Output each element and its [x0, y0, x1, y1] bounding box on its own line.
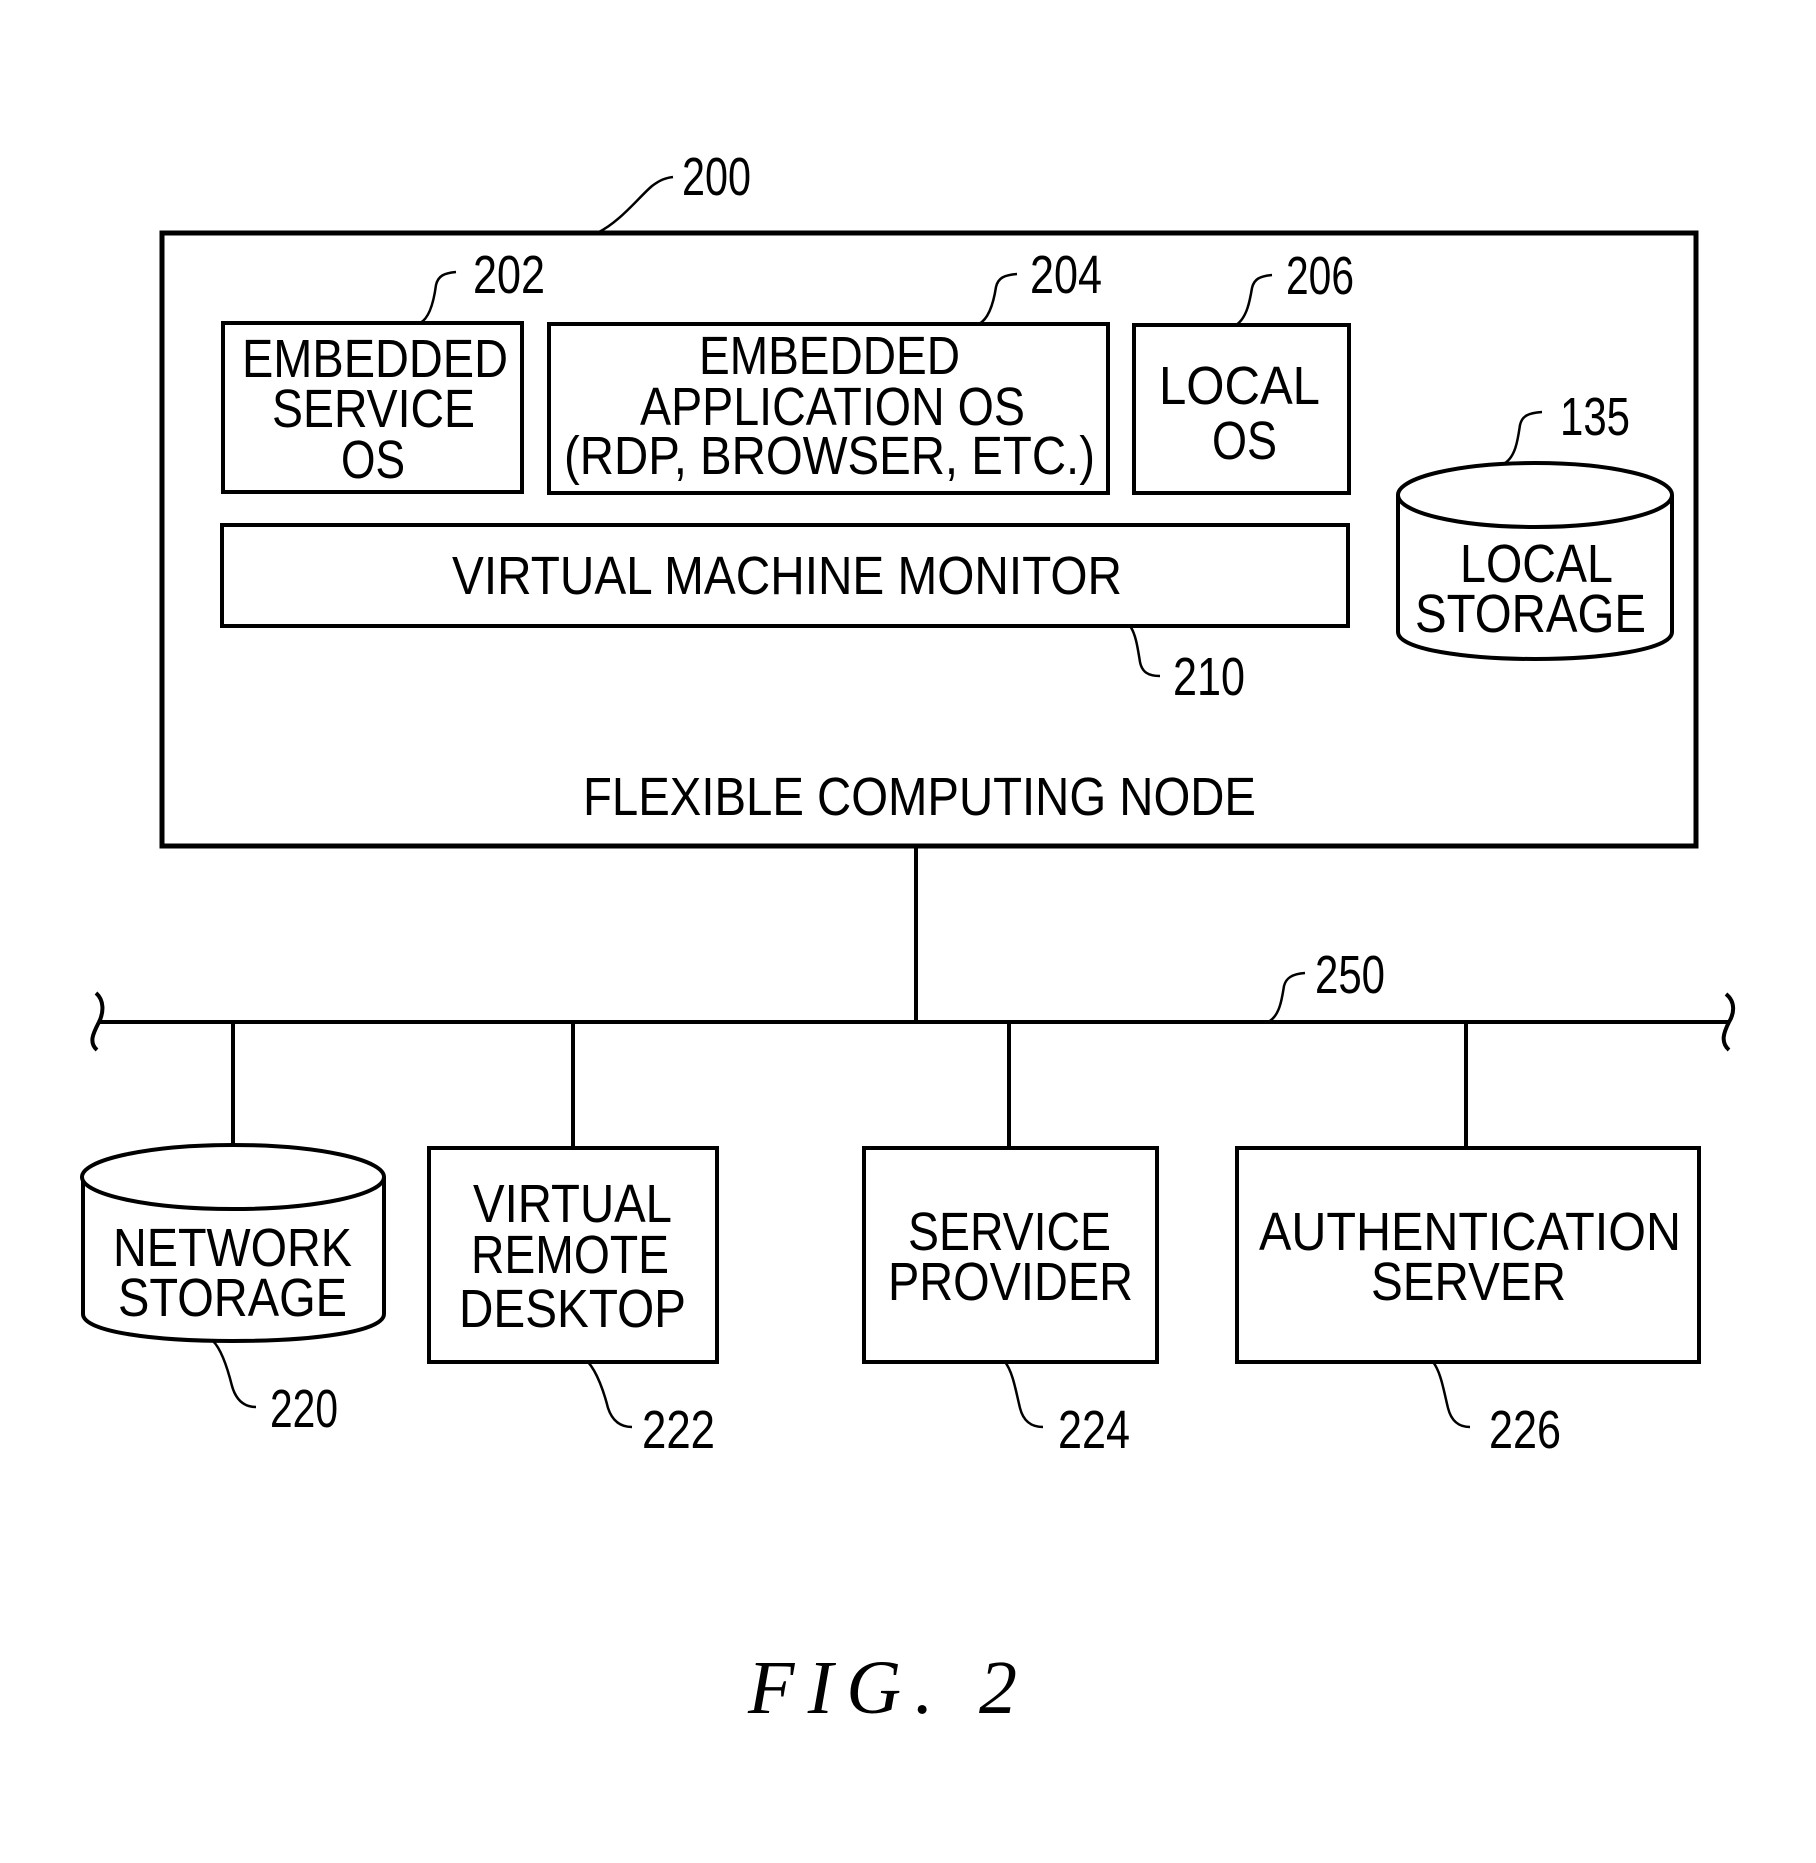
network-bus: 250	[90, 846, 1736, 1148]
ref-226: 226	[1489, 1400, 1561, 1460]
node-title: FLEXIBLE COMPUTING NODE	[583, 767, 1256, 827]
ref-200: 200	[682, 147, 751, 207]
service-provider: 224 SERVICE PROVIDER	[862, 1146, 1159, 1460]
network-storage-cylinder-top	[80, 1143, 386, 1211]
ref-224: 224	[1058, 1400, 1130, 1460]
local-storage-line-2: STORAGE	[1415, 584, 1646, 644]
bus-break-left-icon	[90, 991, 105, 1052]
leader-224	[1003, 1361, 1044, 1429]
local-os-line-1: LOCAL	[1159, 356, 1320, 416]
service-provider-line-2: PROVIDER	[888, 1252, 1133, 1312]
ref-250: 250	[1315, 945, 1385, 1005]
ref-202: 202	[473, 245, 545, 305]
virtual-remote-desktop-line-3: DESKTOP	[459, 1279, 686, 1339]
leader-222	[587, 1361, 633, 1429]
authentication-server-line-2: SERVER	[1371, 1252, 1566, 1312]
ref-222: 222	[642, 1400, 715, 1460]
ref-206: 206	[1286, 246, 1354, 306]
leader-250	[1267, 971, 1306, 1024]
embedded-service-os-line-3: OS	[341, 430, 405, 490]
patent-figure: 200 FLEXIBLE COMPUTING NODE 202 EMBEDDED…	[80, 147, 1736, 1730]
network-storage: 220 NETWORK STORAGE	[80, 1143, 386, 1439]
virtual-machine-monitor-label: VIRTUAL MACHINE MONITOR	[452, 546, 1122, 606]
ref-204: 204	[1030, 245, 1102, 305]
ref-135: 135	[1560, 387, 1630, 447]
local-os-line-2: OS	[1212, 411, 1277, 471]
ref-220: 220	[270, 1379, 338, 1439]
authentication-server: 226 AUTHENTICATION SERVER	[1235, 1146, 1701, 1460]
virtual-remote-desktop: 222 VIRTUAL REMOTE DESKTOP	[427, 1146, 719, 1460]
network-storage-line-2: STORAGE	[118, 1268, 347, 1328]
local-storage-cylinder-top	[1396, 461, 1674, 529]
ref-210: 210	[1173, 647, 1245, 707]
embedded-application-os-line-3: (RDP, BROWSER, ETC.)	[564, 426, 1095, 486]
figure-caption: FIG. 2	[747, 1646, 1017, 1730]
leader-200	[596, 175, 674, 235]
virtual-remote-desktop-line-2: REMOTE	[471, 1225, 669, 1285]
leader-220	[212, 1340, 257, 1409]
leader-226	[1431, 1361, 1471, 1429]
